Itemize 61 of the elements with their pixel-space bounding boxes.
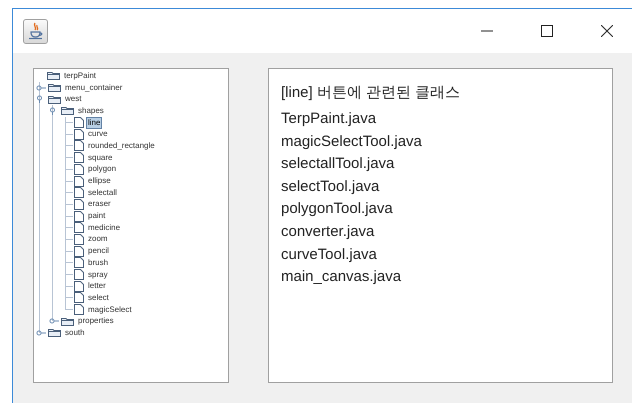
collapsed-handle-icon[interactable] [49,317,59,326]
tree-item[interactable]: paint [86,210,108,222]
file-icon [74,280,84,292]
tree-item[interactable]: properties [76,315,116,328]
file-icon [74,164,84,175]
folder-icon [47,71,60,80]
class-file-name: selectTool.java [281,176,380,197]
tree-item[interactable]: menu_container [63,82,124,94]
panel-heading: [line] 버튼에 관련된 클래스 [281,83,462,103]
tree-item[interactable]: pencil [86,245,111,258]
file-icon [74,128,84,140]
tree-item[interactable]: terpPaint [62,70,98,82]
java-cup-icon [23,18,48,44]
file-icon [74,246,84,257]
collapsed-handle-icon[interactable] [36,328,46,337]
class-file-name: curveTool.java [281,244,378,265]
tree-item[interactable]: zoom [86,233,110,246]
file-icon [74,176,84,187]
tree-item[interactable]: line [86,116,102,129]
file-icon [74,198,84,210]
file-icon [74,210,84,222]
maximize-icon [541,25,553,37]
tree-item[interactable]: ellipse [86,175,113,188]
file-icon [74,234,84,245]
tree-item[interactable]: polygon [86,163,118,176]
tree-item[interactable]: eraser [86,198,113,210]
file-icon [74,222,84,234]
file-icon [74,269,84,280]
tree-item[interactable]: magicSelect [86,304,134,316]
file-icon [74,117,84,128]
tree-item[interactable]: selectall [86,186,119,199]
tree-item[interactable]: select [86,292,111,304]
tree-item[interactable]: curve [86,128,110,140]
file-icon [74,152,84,164]
class-file-name: converter.java [281,222,376,242]
file-icon [74,257,84,268]
folder-icon [61,106,74,116]
tree-item[interactable]: south [63,326,87,339]
tree-item[interactable]: brush [86,256,110,269]
collapsed-handle-icon[interactable] [36,84,46,92]
tree-item[interactable]: square [86,152,114,164]
file-icon [74,140,84,152]
file-icon [74,292,84,304]
tree-item[interactable]: shapes [76,104,106,117]
tree-item[interactable]: spray [86,268,110,281]
tree-item[interactable]: medicine [86,222,122,234]
folder-icon [48,83,61,92]
file-icon [74,304,84,316]
close-icon [601,25,613,37]
class-file-name: selectallTool.java [281,154,396,174]
folder-icon [61,316,74,326]
file-icon [74,187,84,198]
tree-item[interactable]: letter [86,280,108,292]
class-file-name: polygonTool.java [281,199,394,220]
class-file-name: TerpPaint.java [281,109,378,129]
folder-icon [48,328,61,338]
tree-item[interactable]: west [63,93,84,106]
class-file-name: magicSelectTool.java [281,132,423,152]
folder-icon [48,94,61,104]
tree-item[interactable]: rounded_rectangle [86,140,157,152]
class-file-name: main_canvas.java [281,267,402,288]
